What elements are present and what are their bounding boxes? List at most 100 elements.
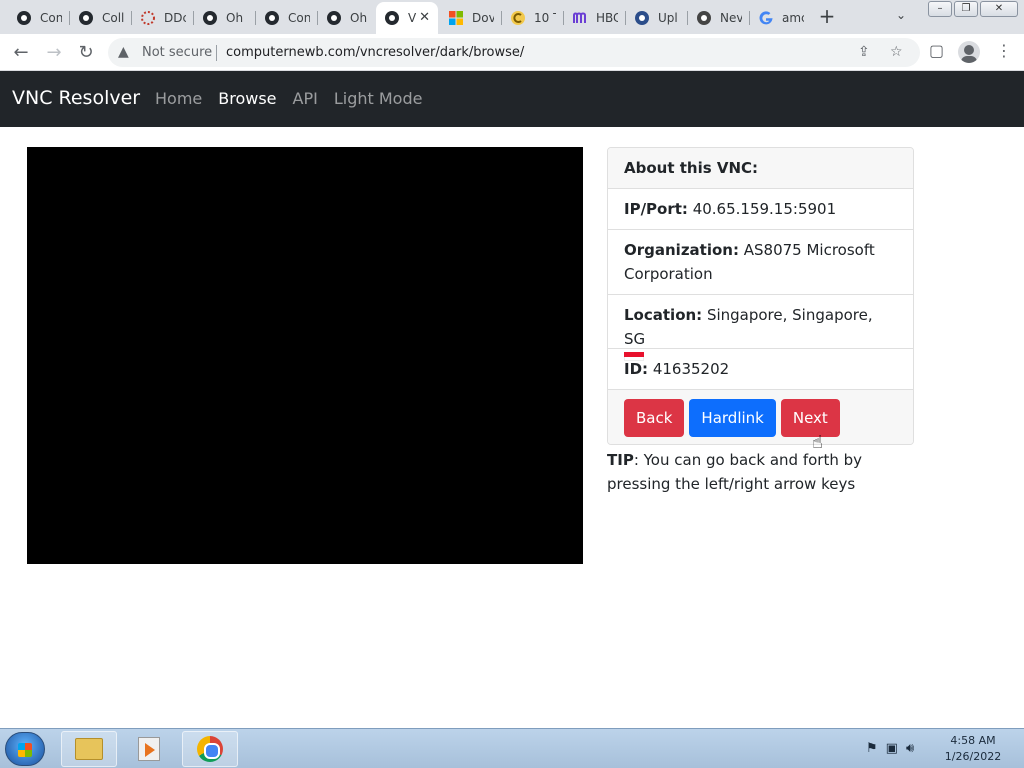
tab-label: Coll xyxy=(102,11,124,25)
divider xyxy=(216,45,217,61)
organization-label: Organization: xyxy=(624,241,739,259)
share-icon[interactable]: ⇪ xyxy=(858,44,870,60)
c-icon xyxy=(510,10,526,26)
id-row: ID: 41635202 xyxy=(608,349,913,390)
close-tab-icon[interactable]: ✕ xyxy=(419,10,430,25)
github-icon xyxy=(696,10,712,26)
url-text[interactable]: computernewb.com/vncresolver/dark/browse… xyxy=(226,45,524,60)
browser-tab-5[interactable]: Con xyxy=(256,4,318,32)
vnc-screenshot xyxy=(27,147,583,564)
action-center-flag-icon[interactable]: ⚑ xyxy=(866,741,878,756)
organization-row: Organization: AS8075 Microsoft Corporati… xyxy=(608,230,913,295)
volume-icon[interactable]: 🔊︎ xyxy=(906,741,914,756)
browser-tab-13[interactable]: amc xyxy=(750,4,806,32)
card-title: About this VNC: xyxy=(608,148,913,189)
browser-tab-6[interactable]: Oh xyxy=(318,4,380,32)
tab-label: Dov xyxy=(472,11,494,25)
next-button[interactable]: Next xyxy=(780,399,840,437)
tab-label: 10 T xyxy=(534,11,556,25)
browser-tab-9[interactable]: 10 T xyxy=(502,4,564,32)
taskbar-explorer[interactable] xyxy=(61,731,117,767)
tip-text: TIP: You can go back and forth by pressi… xyxy=(607,448,919,496)
start-button[interactable] xyxy=(5,732,45,766)
browser-tab-11[interactable]: Upl xyxy=(626,4,688,32)
hand-cursor-icon: ☝ xyxy=(812,432,823,453)
close-window-button[interactable]: ✕ xyxy=(980,1,1018,17)
site-brand[interactable]: VNC Resolver xyxy=(12,87,140,109)
tab-label: Oh xyxy=(350,11,368,25)
m-icon xyxy=(572,10,588,26)
nav-link-api[interactable]: API xyxy=(293,89,318,108)
tab-strip: Con Coll DDc Oh Con Oh V ✕ Dov 10 T xyxy=(0,0,1024,34)
not-secure-label[interactable]: Not secure xyxy=(142,45,212,60)
tab-label: Nev xyxy=(720,11,742,25)
id-value: 41635202 xyxy=(652,360,730,378)
id-label: ID: xyxy=(624,360,649,378)
taskbar-media-player[interactable] xyxy=(121,731,177,767)
nav-links: Home Browse API Light Mode xyxy=(155,89,422,108)
tab-label: Upl xyxy=(658,11,678,25)
github-icon xyxy=(16,10,32,26)
card-actions: Back Hardlink Next xyxy=(608,390,913,444)
google-icon xyxy=(758,10,774,26)
tab-label: Con xyxy=(40,11,62,25)
star-icon[interactable]: ☆ xyxy=(890,44,903,60)
tab-label: Oh xyxy=(226,11,244,25)
github-icon xyxy=(264,10,280,26)
vnc-info-card: About this VNC: IP/Port: 40.65.159.15:59… xyxy=(607,147,914,445)
reload-icon[interactable]: ↻ xyxy=(75,42,97,64)
address-bar[interactable]: ▲ Not secure computernewb.com/vncresolve… xyxy=(108,38,920,67)
location-row: Location: Singapore, Singapore, SG xyxy=(608,295,913,361)
ddos-icon xyxy=(140,10,156,26)
hardlink-button[interactable]: Hardlink xyxy=(689,399,776,437)
new-tab-button[interactable]: + xyxy=(816,6,838,28)
ip-value: 40.65.159.15:5901 xyxy=(692,200,837,218)
nav-link-light-mode[interactable]: Light Mode xyxy=(334,89,423,108)
side-panel-icon[interactable]: ▢ xyxy=(929,41,944,60)
folder-icon xyxy=(75,738,103,760)
browser-tab-1[interactable]: Con xyxy=(8,4,70,32)
tab-label: HBC xyxy=(596,11,618,25)
ip-row: IP/Port: 40.65.159.15:5901 xyxy=(608,189,913,230)
location-label: Location: xyxy=(624,306,703,324)
taskbar-clock[interactable]: 4:58 AM 1/26/2022 xyxy=(940,733,1006,765)
maximize-button[interactable]: ❐ xyxy=(954,1,978,17)
forward-arrow-icon[interactable]: → xyxy=(43,42,65,64)
windows-taskbar: ⚑ ▣ 🔊︎ 4:58 AM 1/26/2022 xyxy=(0,728,1024,768)
github-icon xyxy=(384,10,400,26)
github-icon xyxy=(78,10,94,26)
github-icon xyxy=(202,10,218,26)
browser-tab-3[interactable]: DDc xyxy=(132,4,194,32)
browser-tab-4[interactable]: Oh xyxy=(194,4,256,32)
tab-label: amc xyxy=(782,11,804,25)
browser-tab-8[interactable]: Dov xyxy=(440,4,502,32)
browser-toolbar: ← → ↻ ▲ Not secure computernewb.com/vncr… xyxy=(0,34,1024,71)
upload-icon xyxy=(634,10,650,26)
tip-label: TIP xyxy=(607,451,634,469)
tip-body: : You can go back and forth by pressing … xyxy=(607,451,863,493)
menu-kebab-icon[interactable]: ⋮ xyxy=(996,41,1012,60)
minimize-button[interactable]: – xyxy=(928,1,952,17)
browser-tab-active[interactable]: V ✕ xyxy=(376,2,438,34)
back-button[interactable]: Back xyxy=(624,399,685,437)
browser-tab-10[interactable]: HBC xyxy=(564,4,626,32)
tab-label: DDc xyxy=(164,11,186,25)
site-navbar: VNC Resolver Home Browse API Light Mode xyxy=(0,71,1024,127)
nav-link-home[interactable]: Home xyxy=(155,89,202,108)
warning-icon[interactable]: ▲ xyxy=(118,44,129,60)
browser-tab-12[interactable]: Nev xyxy=(688,4,750,32)
chevron-down-icon[interactable]: ⌄ xyxy=(896,8,906,22)
network-icon[interactable]: ▣ xyxy=(886,741,898,756)
clock-time: 4:58 AM xyxy=(950,734,996,747)
profile-avatar[interactable] xyxy=(958,41,980,63)
browser-tab-2[interactable]: Coll xyxy=(70,4,132,32)
github-icon xyxy=(326,10,342,26)
tab-label: V xyxy=(408,11,417,25)
chrome-icon xyxy=(197,736,223,762)
back-arrow-icon[interactable]: ← xyxy=(10,42,32,64)
microsoft-icon xyxy=(448,10,464,26)
tab-label: Con xyxy=(288,11,310,25)
nav-link-browse[interactable]: Browse xyxy=(218,89,276,108)
taskbar-chrome[interactable] xyxy=(182,731,238,767)
system-tray: ⚑ ▣ 🔊︎ xyxy=(866,741,914,756)
